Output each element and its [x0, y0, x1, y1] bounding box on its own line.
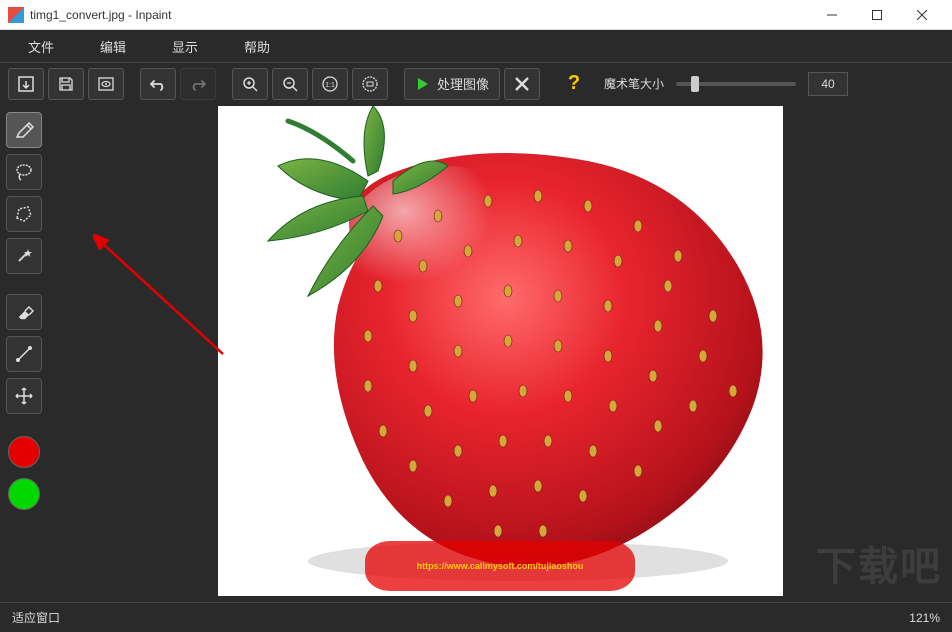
brush-size-slider[interactable]	[676, 82, 796, 86]
color-red-button[interactable]	[8, 436, 40, 468]
canvas[interactable]: https://www.callmysoft.com/tujiaoshou	[218, 106, 783, 596]
svg-text:1:1: 1:1	[325, 82, 335, 89]
undo-button[interactable]	[140, 68, 176, 100]
window-controls	[809, 1, 944, 29]
status-zoom: 121%	[909, 611, 940, 625]
marker-tool[interactable]	[6, 112, 42, 148]
zoom-out-button[interactable]	[272, 68, 308, 100]
titlebar: timg1_convert.jpg - Inpaint	[0, 0, 952, 30]
zoom-actual-button[interactable]: 1:1	[312, 68, 348, 100]
close-button[interactable]	[899, 1, 944, 29]
lasso-tool[interactable]	[6, 154, 42, 190]
save-button[interactable]	[48, 68, 84, 100]
menu-edit[interactable]: 编辑	[92, 33, 134, 60]
slider-thumb[interactable]	[691, 76, 699, 92]
brush-size-input[interactable]	[808, 72, 848, 96]
maximize-button[interactable]	[854, 1, 899, 29]
painted-selection: https://www.callmysoft.com/tujiaoshou	[365, 541, 635, 591]
menu-file[interactable]: 文件	[20, 33, 62, 60]
side-toolbar	[0, 104, 48, 602]
main-area: https://www.callmysoft.com/tujiaoshou 下载…	[0, 104, 952, 602]
brush-size-label: 魔术笔大小	[604, 75, 664, 92]
menu-view[interactable]: 显示	[164, 33, 206, 60]
help-button[interactable]: ?	[556, 68, 592, 100]
line-tool[interactable]	[6, 336, 42, 372]
canvas-area: https://www.callmysoft.com/tujiaoshou 下载…	[48, 104, 952, 602]
cancel-button[interactable]	[504, 68, 540, 100]
color-green-button[interactable]	[8, 478, 40, 510]
arrow-annotation-icon	[93, 234, 233, 364]
toolbar: 1:1 处理图像 ? 魔术笔大小	[0, 62, 952, 104]
window-title: timg1_convert.jpg - Inpaint	[30, 8, 809, 22]
strawberry-image	[218, 106, 783, 596]
menu-help[interactable]: 帮助	[236, 33, 278, 60]
status-fit-window: 适应窗口	[12, 609, 60, 626]
polygon-tool[interactable]	[6, 196, 42, 232]
process-button[interactable]: 处理图像	[404, 68, 500, 100]
preview-button[interactable]	[88, 68, 124, 100]
process-label: 处理图像	[437, 74, 489, 93]
magic-wand-tool[interactable]	[6, 238, 42, 274]
watermark: 下载吧	[816, 534, 942, 592]
statusbar: 适应窗口 121%	[0, 602, 952, 632]
redo-button[interactable]	[180, 68, 216, 100]
painted-url-text: https://www.callmysoft.com/tujiaoshou	[417, 561, 584, 571]
minimize-button[interactable]	[809, 1, 854, 29]
zoom-fit-button[interactable]	[352, 68, 388, 100]
eraser-tool[interactable]	[6, 294, 42, 330]
open-button[interactable]	[8, 68, 44, 100]
zoom-in-button[interactable]	[232, 68, 268, 100]
app-icon	[8, 7, 24, 23]
menubar: 文件 编辑 显示 帮助	[0, 30, 952, 62]
move-tool[interactable]	[6, 378, 42, 414]
